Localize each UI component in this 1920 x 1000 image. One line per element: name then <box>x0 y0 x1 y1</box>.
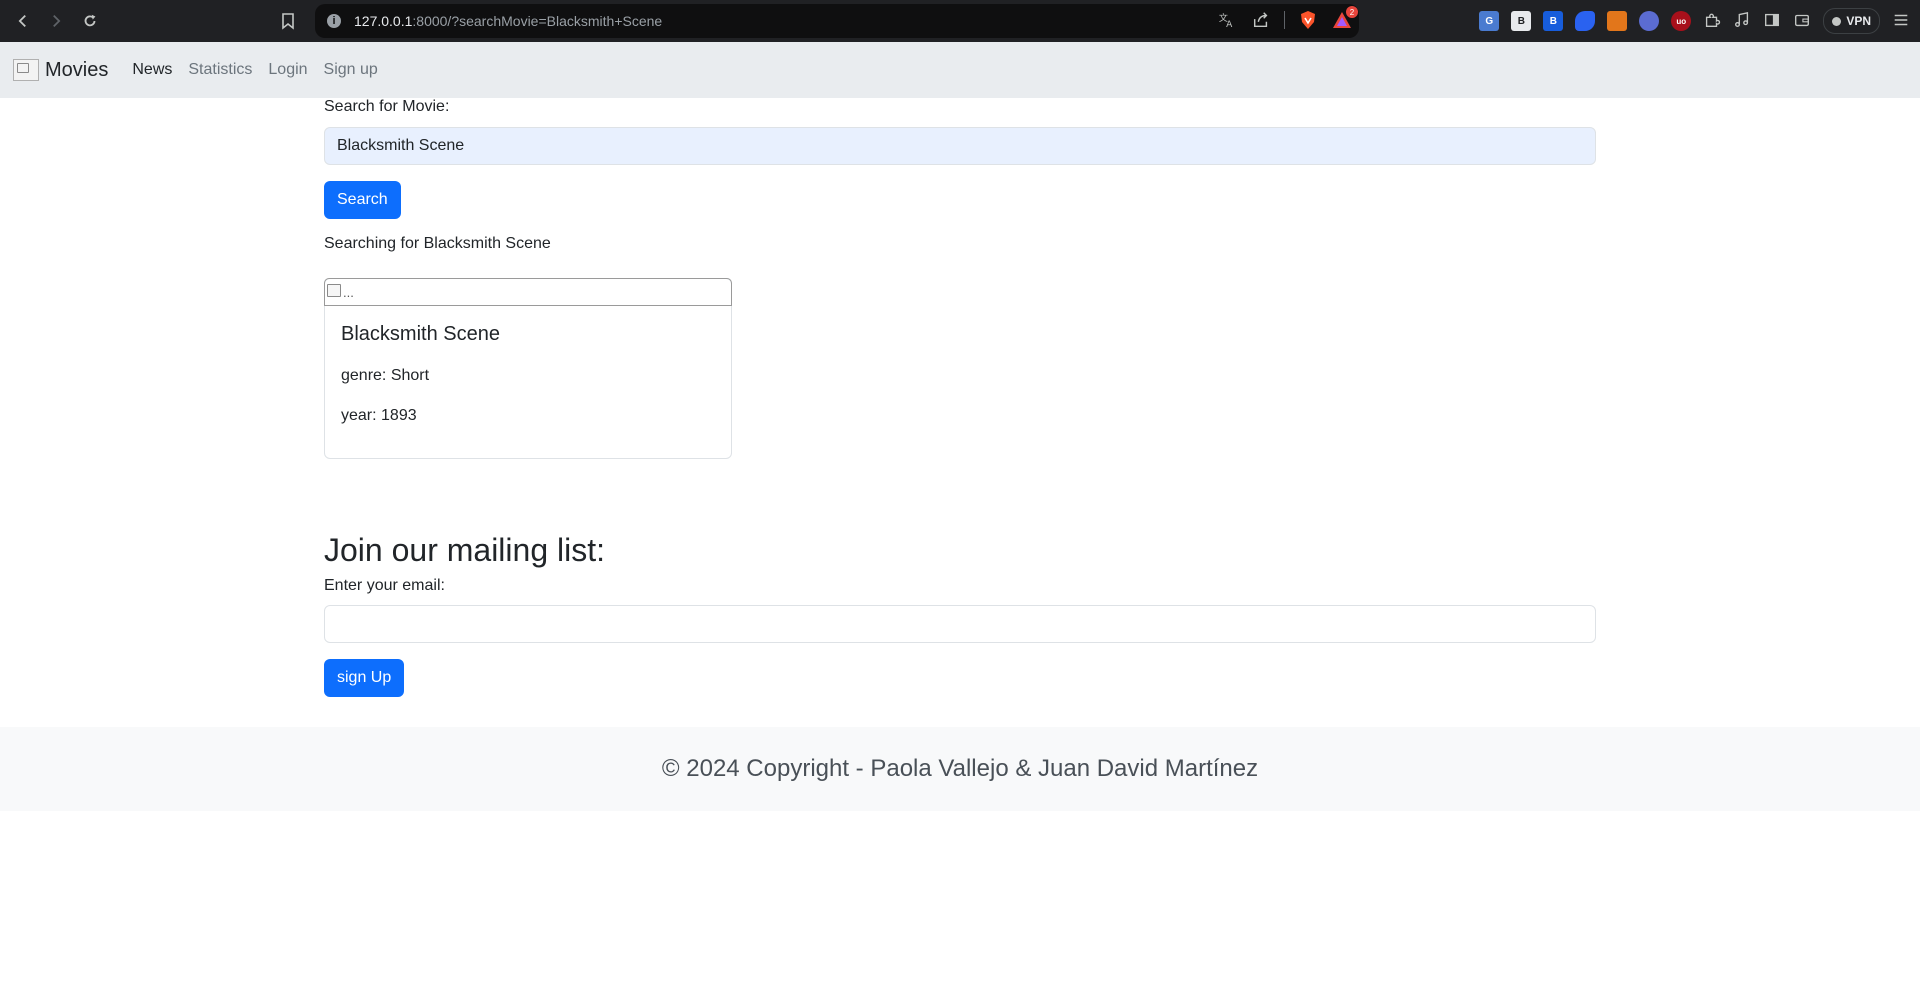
sidebar-icon[interactable] <box>1763 11 1781 32</box>
forward-icon[interactable] <box>42 7 70 35</box>
reload-icon[interactable] <box>76 7 104 35</box>
mailing-heading: Join our mailing list: <box>324 532 605 568</box>
nav-link-login[interactable]: Login <box>268 61 307 79</box>
brave-rewards-icon[interactable]: 2 <box>1331 6 1358 31</box>
browser-toolbar: i 127.0.0.1:8000/?searchMovie=Blacksmith… <box>0 0 1920 42</box>
footer-copyright: © 2024 Copyright - Paola Vallejo & Juan … <box>661 755 1259 782</box>
email-label: Enter your email: <box>324 577 445 594</box>
search-section: Search for Movie: Blacksmith Scene Searc… <box>324 98 1596 253</box>
url-host: 127.0.0.1 <box>354 13 413 29</box>
vpn-label: VPN <box>1846 14 1871 28</box>
brand-text: Movies <box>45 58 109 81</box>
extensions-bar: G B B uo VPN <box>1479 8 1910 34</box>
email-field[interactable] <box>324 605 1596 643</box>
movie-card-year: year: 1893 <box>341 407 417 424</box>
brave-shields-icon[interactable] <box>1297 9 1319 31</box>
puzzle-extensions-icon[interactable] <box>1703 11 1721 32</box>
results-area: ... Blacksmith Scene genre: Short year: … <box>324 278 732 459</box>
rewards-badge: 2 <box>1346 6 1358 18</box>
bookmark-b-extension-icon[interactable]: B <box>1511 11 1532 31</box>
translate-icon[interactable]: 文A <box>1216 9 1238 31</box>
search-input[interactable]: Blacksmith Scene <box>324 127 1596 165</box>
search-label: Search for Movie: <box>324 98 450 115</box>
movie-card-title: Blacksmith Scene <box>341 323 500 345</box>
bitwarden-extension-icon[interactable]: B <box>1543 11 1564 31</box>
movie-card-genre: genre: Short <box>341 367 430 384</box>
wallet-icon[interactable] <box>1793 11 1811 32</box>
mailing-section: Join our mailing list: Enter your email:… <box>324 532 1596 697</box>
metamask-extension-icon[interactable] <box>1607 11 1628 31</box>
bookmark-icon[interactable] <box>279 12 297 30</box>
footer: © 2024 Copyright - Paola Vallejo & Juan … <box>0 727 1920 811</box>
nav-link-news[interactable]: News <box>132 61 172 79</box>
vpn-button[interactable]: VPN <box>1823 8 1880 34</box>
translate-extension-icon[interactable]: G <box>1479 11 1500 31</box>
blue-shield-extension-icon[interactable] <box>1575 11 1596 31</box>
brand-logo-image <box>13 59 39 81</box>
movie-card: ... Blacksmith Scene genre: Short year: … <box>324 278 732 459</box>
brand-link[interactable]: Movies <box>13 59 108 82</box>
nav-link-statistics[interactable]: Statistics <box>188 61 252 79</box>
site-info-icon[interactable]: i <box>327 14 341 28</box>
address-bar[interactable]: i 127.0.0.1:8000/?searchMovie=Blacksmith… <box>282 4 1359 38</box>
search-status-text: Searching for Blacksmith Scene <box>324 235 551 252</box>
divider <box>1284 11 1285 29</box>
back-icon[interactable] <box>9 7 37 35</box>
nav-link-signup[interactable]: Sign up <box>324 61 378 79</box>
url-path: :8000/?searchMovie=Blacksmith+Scene <box>412 13 663 29</box>
menu-icon[interactable] <box>1892 11 1910 32</box>
sync-extension-icon[interactable] <box>1639 11 1660 31</box>
site-navbar: Movies News Statistics Login Sign up <box>0 42 1920 98</box>
vpn-status-icon <box>1832 16 1842 26</box>
ublock-extension-icon[interactable]: uo <box>1671 11 1692 31</box>
signup-button[interactable]: sign Up <box>324 659 405 697</box>
svg-text:A: A <box>1226 20 1233 29</box>
music-icon[interactable] <box>1733 11 1751 32</box>
url-text[interactable]: 127.0.0.1:8000/?searchMovie=Blacksmith+S… <box>354 13 662 29</box>
movie-card-image: ... <box>324 278 732 306</box>
search-button[interactable]: Search <box>324 181 401 219</box>
share-icon[interactable] <box>1250 9 1272 31</box>
